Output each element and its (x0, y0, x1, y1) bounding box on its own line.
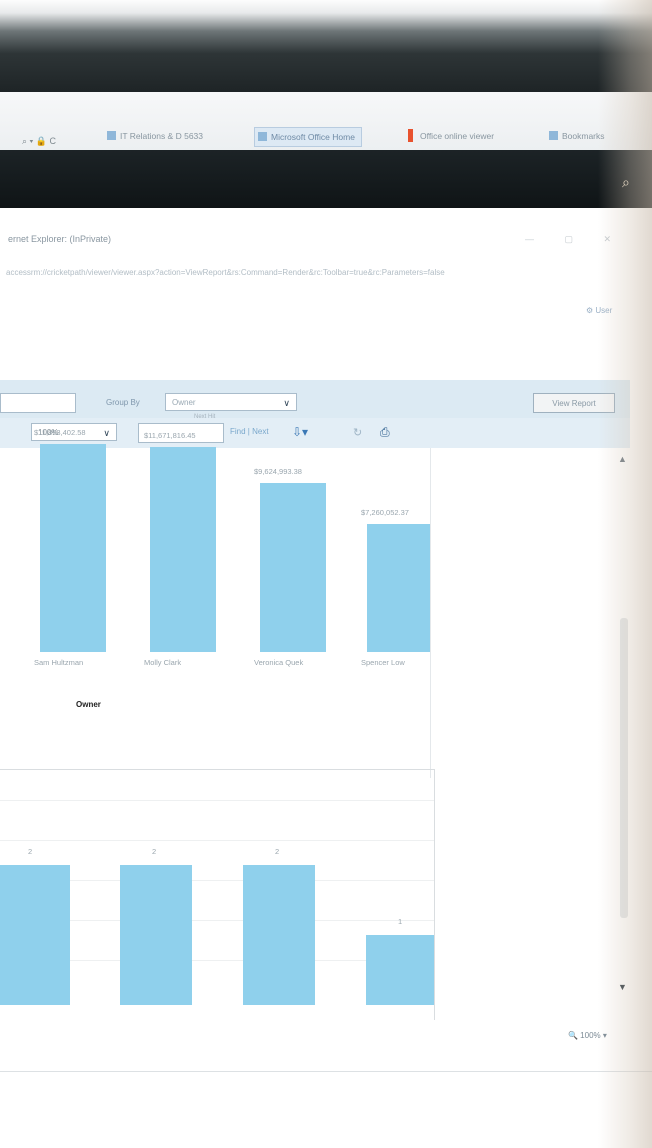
page-favicon-icon (107, 131, 116, 140)
filter-input[interactable] (0, 393, 76, 413)
window-controls[interactable]: — ▢ ✕ (525, 234, 625, 245)
chart-bar (120, 865, 192, 1005)
office-logo-icon (408, 129, 413, 142)
browser-tab-3[interactable]: Office online viewer (404, 127, 500, 145)
window-title: ernet Explorer: (InPrivate) (8, 234, 112, 244)
report-body: $11,853,402.58 Sam Hultzman $11,671,816.45… (0, 428, 630, 1028)
status-divider (0, 1071, 652, 1072)
browser-nav-controls[interactable]: ⌕ ▾ 🔒 C (22, 136, 56, 147)
view-report-button[interactable]: View Report (533, 393, 615, 413)
browser-tab-2[interactable]: Microsoft Office Home (254, 127, 362, 147)
chevron-down-icon: ∨ (283, 398, 290, 408)
owner-count-chart: 2 2 2 1 (0, 769, 435, 1020)
groupby-select[interactable]: Owner ∨ (165, 393, 297, 411)
user-link[interactable]: ⚙ User (586, 306, 612, 315)
export-icon[interactable]: ⇩▾ (292, 425, 308, 439)
page-favicon-icon (258, 132, 267, 141)
address-url[interactable]: accessrm://cricketpath/viewer/viewer.asp… (6, 268, 606, 277)
chart-bar (260, 482, 326, 652)
report-filter-bar: Group By Owner ∨ View Report (0, 380, 630, 418)
page-favicon-icon (549, 131, 558, 140)
chart-data-label: $9,624,993.38 (254, 466, 302, 476)
tab-label: Microsoft Office Home (271, 132, 355, 142)
chart-bar (0, 865, 70, 1005)
chart-bar (40, 443, 106, 652)
scroll-up-icon[interactable]: ▲ (618, 454, 627, 464)
tab-label: IT Relations & D 5633 (120, 131, 203, 141)
chart-gridline (0, 800, 434, 801)
groupby-label: Group By (106, 398, 140, 407)
ie-window: ernet Explorer: (InPrivate) — ▢ ✕ access… (0, 208, 652, 1148)
chart-bar (150, 446, 216, 652)
scroll-thumb[interactable] (620, 618, 628, 918)
chart-gridline (0, 840, 434, 841)
taskbar: ⌕ (0, 150, 652, 208)
chart-x-tick-label: Sam Hultzman (34, 658, 84, 667)
refresh-icon[interactable]: ↻ (353, 426, 362, 439)
chevron-down-icon: ∨ (103, 428, 110, 438)
chart-bar (367, 524, 430, 652)
search-icon[interactable]: ⌕ (622, 174, 630, 191)
monitor-bezel (0, 0, 652, 92)
find-next-link[interactable]: Find | Next (230, 427, 269, 436)
chart-x-tick-label: Molly Clark (144, 658, 182, 667)
tab-label: Office online viewer (420, 131, 495, 141)
browser-tab-4[interactable]: Bookmarks (546, 127, 611, 145)
tab-label: Bookmarks (562, 131, 605, 141)
browser-tab-1[interactable]: IT Relations & D 5633 (104, 127, 209, 145)
status-zoom[interactable]: 🔍 100% ▾ (568, 1031, 607, 1040)
chart-x-tick-label: Spencer Low (361, 658, 405, 667)
chart-x-tick-label: Veronica Quek (254, 658, 304, 667)
print-icon[interactable]: ⎙ (380, 425, 390, 440)
chart-bar (243, 865, 315, 1005)
scroll-down-icon[interactable]: ▼ (618, 982, 627, 992)
browser-tabbar: ⌕ ▾ 🔒 C IT Relations & D 5633 Microsoft … (0, 92, 652, 151)
chart-bar (366, 935, 434, 1005)
chart-data-label: 2 (275, 847, 280, 856)
chart-axis-title: Owner (76, 700, 101, 709)
report-divider (430, 448, 431, 778)
groupby-value: Owner (172, 398, 196, 407)
chart-data-label: $11,671,816.45 (144, 430, 196, 440)
chart-data-label: $7,260,052.37 (361, 508, 409, 518)
find-caption: Next Hit (194, 414, 216, 420)
report-scrollbar[interactable]: ▲ ▼ (616, 448, 630, 1033)
chart-data-label: 2 (28, 847, 33, 856)
chart-data-label: 2 (152, 847, 157, 856)
chart-data-label: $11,853,402.58 (34, 427, 86, 437)
chart-data-label: 1 (398, 917, 403, 926)
